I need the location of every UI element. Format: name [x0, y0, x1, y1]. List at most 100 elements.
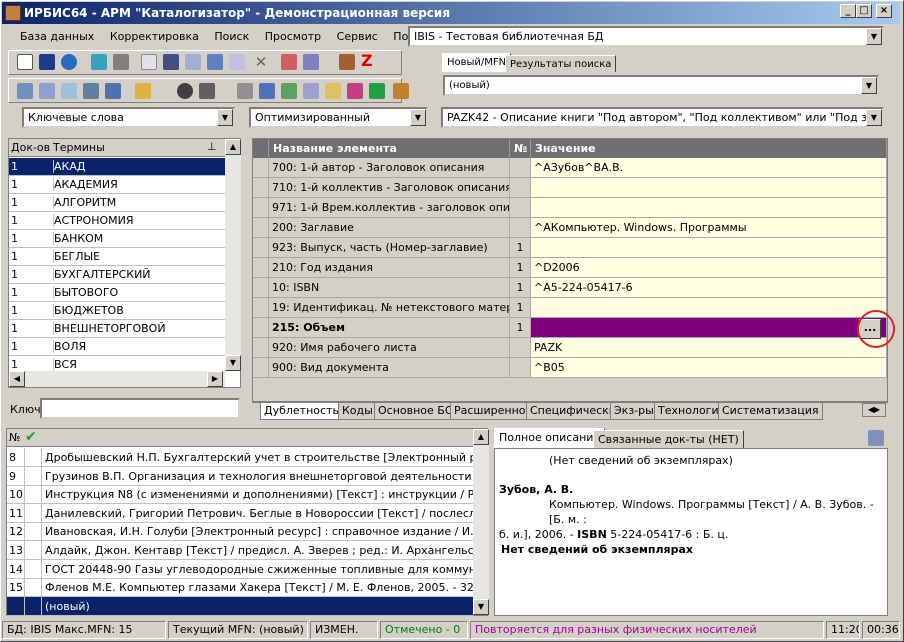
checkmark-icon[interactable]: ✔: [253, 139, 269, 158]
tab-full-description[interactable]: Полное описание: [494, 428, 606, 448]
result-row[interactable]: 8 Дробышевский Н.П. Бухгалтерский учет в …: [7, 448, 473, 467]
field-value[interactable]: [531, 198, 887, 218]
database-select[interactable]: IBIS - Тестовая библиотечная БД ▼: [408, 26, 884, 47]
undo-icon[interactable]: [61, 54, 77, 70]
view-icon[interactable]: [177, 83, 193, 99]
key-input[interactable]: [40, 398, 240, 419]
tab-search-results[interactable]: Результаты поиска: [505, 55, 617, 72]
delete-icon[interactable]: ✕: [253, 54, 269, 70]
save-icon[interactable]: [39, 54, 55, 70]
field-value[interactable]: [531, 178, 887, 198]
result-check[interactable]: [24, 522, 42, 541]
bottom-tab[interactable]: Расширенное: [450, 403, 537, 420]
tool-icon[interactable]: [303, 54, 319, 70]
results-scrollbar[interactable]: ▲ ▼: [473, 429, 489, 615]
mode-select[interactable]: Оптимизированный ▼: [249, 107, 428, 128]
dictionary-select[interactable]: Ключевые слова ▼: [22, 107, 235, 128]
arrow-left-icon[interactable]: [91, 54, 107, 70]
chart-icon[interactable]: [347, 83, 363, 99]
record-icon[interactable]: [281, 54, 297, 70]
field-value[interactable]: ^AКомпьютер. Windows. Программы: [531, 218, 887, 238]
dict-header-count[interactable]: Док-ов: [11, 141, 50, 154]
menu-view[interactable]: Просмотр: [265, 30, 321, 43]
result-row[interactable]: 10 Инструкция N8 (с изменениями и дополне…: [7, 485, 473, 505]
title-bar[interactable]: ИРБИС64 - АРМ "Каталогизатор" - Демонстр…: [2, 2, 900, 24]
folder-icon[interactable]: [199, 83, 215, 99]
scroll-left-icon[interactable]: ◀: [9, 371, 25, 387]
print-icon[interactable]: [868, 430, 884, 446]
dict-row[interactable]: 1 БЮДЖЕТОВ: [9, 302, 225, 320]
dict-scrollbar[interactable]: ▲ ▼: [225, 139, 241, 371]
copy-icon[interactable]: [141, 54, 157, 70]
field-value[interactable]: ^D2006: [531, 258, 887, 278]
pages-icon[interactable]: [303, 83, 319, 99]
scroll-down-icon[interactable]: ▼: [473, 599, 489, 615]
minimize-button[interactable]: _: [840, 4, 856, 18]
insert-icon[interactable]: [185, 54, 201, 70]
result-check[interactable]: [24, 466, 42, 485]
bottom-tab[interactable]: Систематизация: [718, 403, 823, 420]
excel-icon[interactable]: [369, 83, 385, 99]
tab-related-docs[interactable]: Связанные док-ты (НЕТ): [593, 430, 744, 448]
pin-icon[interactable]: ⊥: [207, 140, 217, 153]
result-check[interactable]: [24, 541, 42, 559]
tab-scroll-icon[interactable]: ◀▶: [862, 403, 886, 417]
dict-row[interactable]: 1 БЕГЛЫЕ: [9, 248, 225, 266]
arrow-right-icon[interactable]: [113, 54, 129, 70]
chevron-down-icon[interactable]: ▼: [217, 109, 233, 126]
dict-row[interactable]: 1 ВОЛЯ: [9, 338, 225, 356]
result-row[interactable]: 11 Данилевский, Григорий Петрович. Беглые…: [7, 503, 473, 523]
result-row[interactable]: 14 ГОСТ 20448-90 Газы углеводородные сжиж…: [7, 559, 473, 579]
dict-row[interactable]: 1 АСТРОНОМИЯ: [9, 212, 225, 230]
result-row[interactable]: 12 Ивановская, И.Н. Голуби [Электронный р…: [7, 522, 473, 542]
settings-icon[interactable]: [393, 83, 409, 99]
export-icon[interactable]: [105, 83, 121, 99]
dict-row[interactable]: 1 БУХГАЛТЕРСКИЙ: [9, 266, 225, 284]
field-value[interactable]: ^AЗубов^BА.В.: [531, 158, 887, 178]
record-select[interactable]: (новый) ▼: [443, 75, 879, 96]
message-icon[interactable]: [17, 83, 33, 99]
field-value[interactable]: ^A5-224-05417-6: [531, 278, 887, 298]
fields-header-no[interactable]: №: [510, 139, 531, 158]
result-row[interactable]: 15 Фленов М.Е. Компьютер глазами Хакера […: [7, 578, 473, 598]
result-row[interactable]: (новый): [7, 596, 473, 616]
dict-hscrollbar[interactable]: ◀ ▶: [9, 371, 225, 387]
grid-icon[interactable]: [163, 54, 179, 70]
result-check[interactable]: [24, 503, 42, 522]
print-preview-icon[interactable]: [259, 83, 275, 99]
menu-search[interactable]: Поиск: [214, 30, 249, 43]
close-button[interactable]: ×: [876, 4, 892, 18]
forward-icon[interactable]: [281, 83, 297, 99]
bottom-tab[interactable]: Коды: [338, 403, 377, 420]
dict-row[interactable]: 1 БАНКОМ: [9, 230, 225, 248]
worksheet-select[interactable]: PAZK42 - Описание книги "Под автором", "…: [441, 107, 884, 128]
result-check[interactable]: [24, 485, 42, 504]
chevron-down-icon[interactable]: ▼: [410, 109, 426, 126]
field-value[interactable]: [531, 238, 887, 258]
fields-header-name[interactable]: Название элемента: [269, 139, 510, 158]
result-row[interactable]: 13 Алдайк, Джон. Кентавр [Текст] / предис…: [7, 541, 473, 560]
dict-row[interactable]: 1 ВНЕШНЕТОРГОВОЙ: [9, 320, 225, 338]
scroll-up-icon[interactable]: ▲: [225, 139, 241, 155]
chevron-down-icon[interactable]: ▼: [866, 109, 882, 126]
library-icon[interactable]: [339, 54, 355, 70]
scroll-right-icon[interactable]: ▶: [207, 371, 223, 387]
field-value[interactable]: ^B05: [531, 358, 887, 378]
menu-service[interactable]: Сервис: [337, 30, 378, 43]
menu-edit[interactable]: Корректировка: [110, 30, 199, 43]
tab-new-mfn[interactable]: Новый/MFN: [442, 53, 512, 72]
dict-row[interactable]: 1 АКАД: [9, 158, 225, 176]
folder-open-icon[interactable]: [325, 83, 341, 99]
bottom-tab[interactable]: Экз-ры: [610, 403, 658, 420]
dict-row[interactable]: 1 АЛГОРИТМ: [9, 194, 225, 212]
list-icon[interactable]: [207, 54, 223, 70]
z3950-icon[interactable]: Z: [361, 52, 377, 70]
dict-header-terms[interactable]: Термины: [53, 141, 105, 154]
bottom-tab[interactable]: Дублетность: [260, 403, 343, 420]
hand-icon[interactable]: [135, 83, 151, 99]
field-value[interactable]: [531, 318, 887, 338]
edit-icon[interactable]: [229, 54, 245, 70]
dict-row[interactable]: 1 АКАДЕМИЯ: [9, 176, 225, 194]
field-value[interactable]: [531, 298, 887, 318]
maximize-button[interactable]: □: [856, 4, 872, 18]
